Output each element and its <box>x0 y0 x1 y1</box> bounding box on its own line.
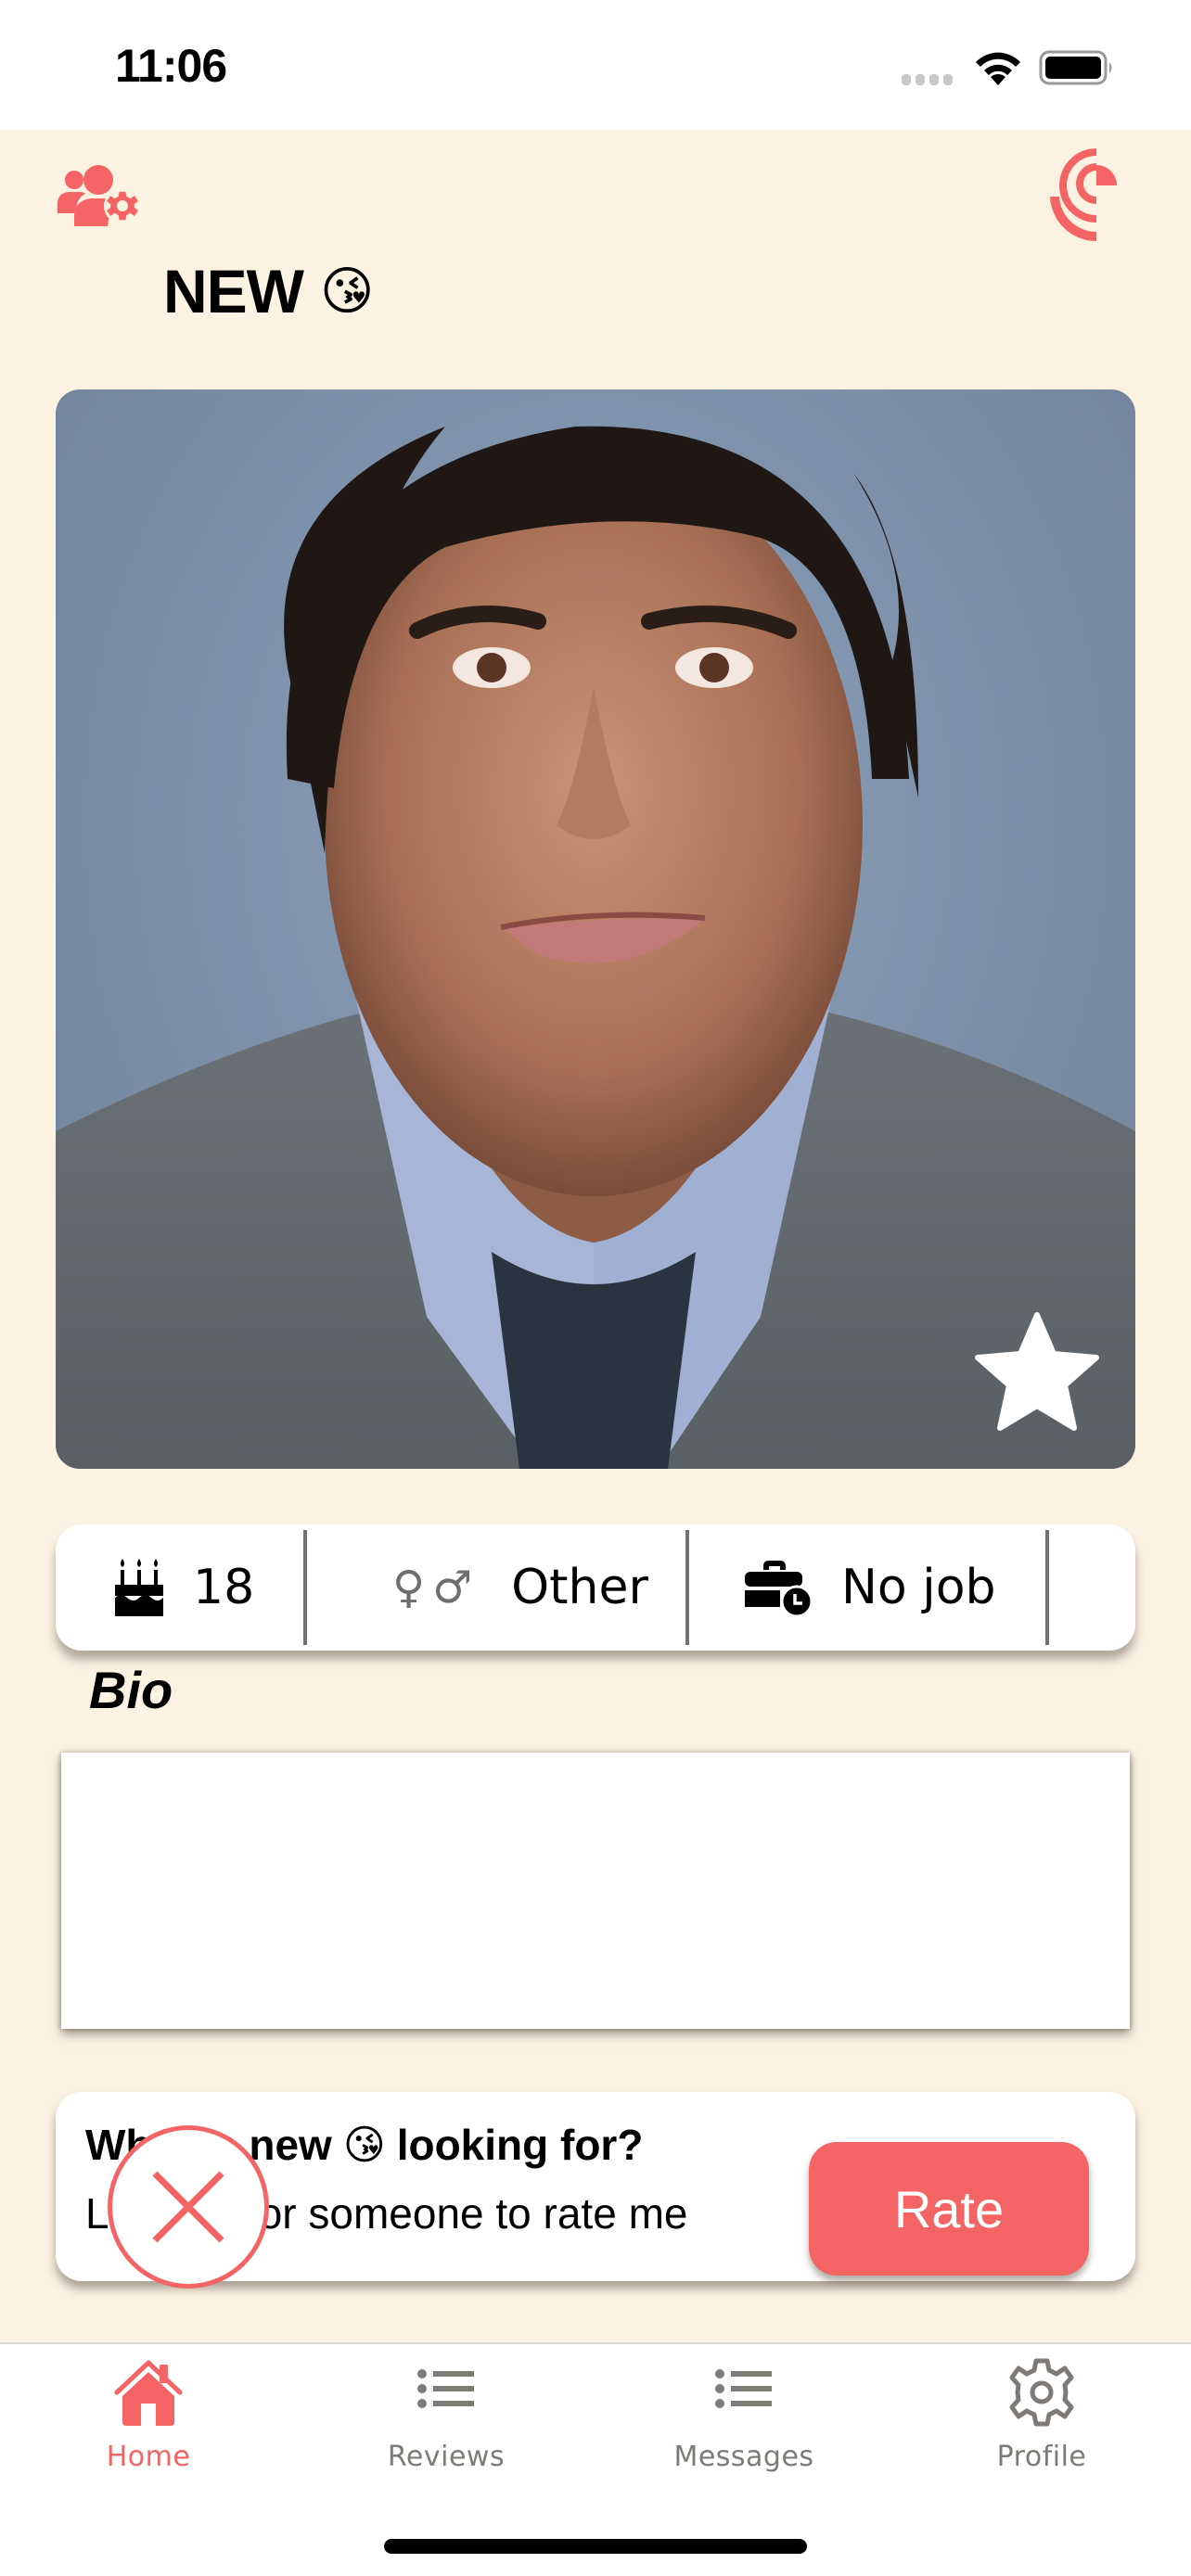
age-cell: 18 <box>56 1530 303 1645</box>
tab-label: Home <box>106 2441 191 2473</box>
wifi-icon <box>976 52 1020 85</box>
tab-messages[interactable]: Messages <box>651 2357 837 2473</box>
profile-photo[interactable] <box>56 389 1135 1469</box>
profile-info-bar: 18 ♀♂ Other No job <box>56 1524 1135 1651</box>
briefcase-clock-icon <box>745 1561 813 1616</box>
home-indicator[interactable] <box>384 2539 807 2554</box>
job-cell: No job <box>689 1530 1045 1645</box>
logo-icon[interactable] <box>1046 147 1122 241</box>
home-icon <box>114 2360 183 2426</box>
users-settings-icon[interactable] <box>54 163 145 226</box>
tab-label: Messages <box>673 2441 814 2473</box>
age-value: 18 <box>193 1560 255 1615</box>
list-icon <box>417 2369 474 2408</box>
looking-for-title-suffix: looking for? <box>396 2121 644 2169</box>
bio-input[interactable] <box>61 1753 1130 2029</box>
birthday-cake-icon <box>115 1559 163 1616</box>
favorite-star-icon[interactable] <box>972 1309 1102 1434</box>
close-icon <box>152 2171 224 2243</box>
divider <box>1045 1530 1049 1645</box>
portrait-illustration <box>56 426 1135 1469</box>
kiss-emoji: 😘 <box>342 2121 386 2169</box>
job-value: No job <box>841 1560 996 1615</box>
cellular-signal-icon <box>902 74 953 85</box>
gender-icon: ♀♂ <box>392 1562 480 1613</box>
page-title: NEW 😘 <box>163 256 374 326</box>
gender-value: Other <box>511 1560 648 1615</box>
gear-icon <box>1009 2358 1074 2427</box>
dismiss-button[interactable] <box>108 2125 269 2289</box>
tab-label: Reviews <box>387 2441 506 2473</box>
tab-reviews[interactable]: Reviews <box>353 2357 539 2473</box>
tab-profile[interactable]: Profile <box>949 2357 1134 2473</box>
status-bar: 11:06 <box>0 0 1191 130</box>
bio-label: Bio <box>89 1661 173 1719</box>
battery-icon <box>1039 50 1112 85</box>
page-title-text: NEW <box>163 257 304 325</box>
list-icon <box>715 2369 772 2408</box>
tab-label: Profile <box>996 2441 1087 2473</box>
kiss-emoji: 😘 <box>319 261 375 322</box>
gender-cell: ♀♂ Other <box>307 1530 685 1645</box>
rate-button[interactable]: Rate <box>809 2142 1089 2276</box>
tab-home[interactable]: Home <box>56 2357 241 2473</box>
status-time: 11:06 <box>115 40 227 92</box>
